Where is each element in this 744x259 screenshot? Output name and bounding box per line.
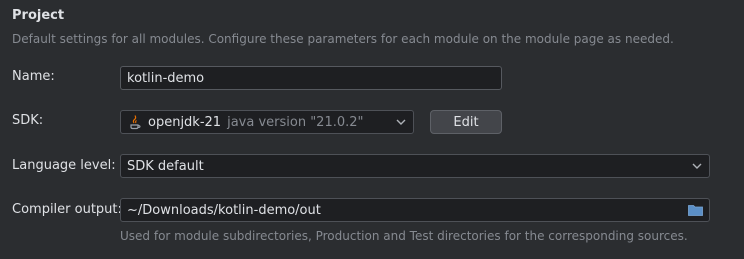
java-icon — [127, 114, 143, 130]
compiler-output-value: ~/Downloads/kotlin-demo/out — [127, 202, 321, 218]
name-label: Name: — [12, 69, 55, 84]
compiler-output-label: Compiler output: — [12, 202, 122, 217]
chevron-down-icon — [691, 160, 703, 172]
section-title: Project — [12, 8, 65, 23]
language-level-label: Language level: — [12, 158, 116, 173]
sdk-dropdown[interactable]: openjdk-21 java version "21.0.2" — [120, 110, 414, 134]
sdk-edit-label: Edit — [453, 114, 479, 130]
sdk-label: SDK: — [12, 113, 44, 128]
section-description: Default settings for all modules. Config… — [12, 32, 674, 46]
name-value: kotlin-demo — [127, 70, 205, 86]
language-level-dropdown[interactable]: SDK default — [120, 154, 710, 178]
compiler-output-field[interactable]: ~/Downloads/kotlin-demo/out — [120, 198, 710, 222]
compiler-output-hint: Used for module subdirectories, Producti… — [120, 229, 688, 243]
sdk-selected: openjdk-21 — [148, 114, 222, 130]
name-field[interactable]: kotlin-demo — [120, 66, 502, 90]
language-level-selected: SDK default — [127, 158, 204, 174]
sdk-version: java version "21.0.2" — [227, 114, 364, 130]
sdk-edit-button[interactable]: Edit — [430, 110, 502, 134]
folder-icon[interactable] — [687, 203, 703, 217]
chevron-down-icon — [395, 116, 407, 128]
